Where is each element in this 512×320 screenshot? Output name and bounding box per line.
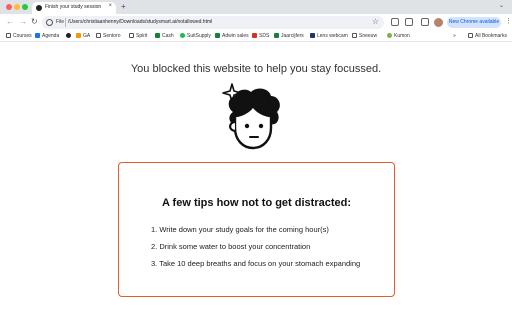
tab-title: Finish your study session <box>45 4 102 10</box>
github-icon <box>66 33 71 38</box>
tip-item: 1. Write down your study goals for the c… <box>151 225 329 234</box>
doc-icon <box>252 33 257 38</box>
update-chrome-button[interactable]: New Chrome available <box>447 17 501 28</box>
bookmark-spirit[interactable]: Spirit <box>129 33 147 41</box>
analytics-icon <box>76 33 81 38</box>
tip-item: 2. Drink some water to boost your concen… <box>151 242 311 251</box>
bookmarks-overflow-button[interactable]: » <box>453 33 456 41</box>
active-tab[interactable]: Finish your study session × <box>32 2 116 14</box>
folder-icon <box>352 33 357 38</box>
tips-title: A few tips how not to get distracted: <box>161 197 352 209</box>
bookmark-sneeuw[interactable]: Sneeuw <box>352 33 377 41</box>
close-window-button[interactable] <box>6 4 12 10</box>
sheet-icon <box>155 33 160 38</box>
calendar-icon <box>35 33 40 38</box>
page-headline: You blocked this website to help you sta… <box>130 63 382 75</box>
puzzle-icon[interactable] <box>405 18 413 26</box>
new-tab-button[interactable]: + <box>121 2 126 11</box>
scheme-label: File <box>56 19 65 25</box>
bookmark-ga[interactable]: GA <box>76 33 90 41</box>
sheet-icon <box>274 33 279 38</box>
more-menu-icon[interactable]: ⋮ <box>505 17 512 25</box>
reload-button[interactable]: ↻ <box>31 17 38 26</box>
download-icon[interactable] <box>421 18 429 26</box>
tab-favicon-icon <box>36 5 42 11</box>
folder-icon <box>6 33 11 38</box>
bookmark-sds[interactable]: SDS <box>252 33 269 41</box>
bookmark-adwin-sales[interactable]: Adwin sales <box>215 33 249 41</box>
kumon-icon <box>387 33 392 38</box>
face-icon <box>228 88 280 150</box>
mascot-illustration <box>222 83 280 150</box>
spotify-icon <box>180 33 185 38</box>
bookmark-courses[interactable]: Courses <box>6 33 32 41</box>
back-button[interactable]: ← <box>6 17 14 26</box>
maximize-window-button[interactable] <box>22 4 28 10</box>
bookmark-suitsupply[interactable]: SuitSupply <box>180 33 211 41</box>
bookmark-lens-webcam[interactable]: Lens webcam <box>310 33 348 41</box>
address-divider <box>65 18 66 27</box>
profile-avatar[interactable] <box>434 18 443 27</box>
tab-close-icon[interactable]: × <box>108 3 112 9</box>
extension-icon[interactable] <box>391 18 399 26</box>
site-info-icon[interactable] <box>46 19 53 26</box>
sheet-icon <box>215 33 220 38</box>
bookmark-star-icon[interactable]: ☆ <box>372 17 379 26</box>
folder-icon <box>468 33 473 38</box>
folder-icon <box>129 33 134 38</box>
url-text[interactable]: /Users/christiaanhenny/Downloads/studysm… <box>68 19 212 25</box>
bookmark-agenda[interactable]: Agenda <box>35 33 59 41</box>
forward-button[interactable]: → <box>19 17 27 26</box>
all-bookmarks-button[interactable]: All Bookmarks <box>468 33 507 41</box>
tips-card: A few tips how not to get distracted: 1.… <box>118 162 395 297</box>
browser-toolbar: ← → ↻ File /Users/christiaanhenny/Downlo… <box>0 14 512 31</box>
bookmark-cash[interactable]: Cash <box>155 33 174 41</box>
tip-item: 3. Take 10 deep breaths and focus on you… <box>151 259 361 268</box>
lens-icon <box>310 33 315 38</box>
bookmarks-bar: Courses Agenda GA Sentoro Spirit Cash Su… <box>0 31 512 42</box>
bookmark-github[interactable] <box>66 33 73 41</box>
address-bar[interactable]: File /Users/christiaanhenny/Downloads/st… <box>42 16 384 29</box>
folder-icon <box>96 33 101 38</box>
bookmark-jaarcijfers[interactable]: Jaarcijfers <box>274 33 304 41</box>
bookmark-kumon[interactable]: Kumon <box>387 33 410 41</box>
tab-strip: Finish your study session × + ⌄ <box>0 0 512 14</box>
tab-search-button[interactable]: ⌄ <box>499 2 504 9</box>
bookmark-sentoro[interactable]: Sentoro <box>96 33 121 41</box>
minimize-window-button[interactable] <box>14 4 20 10</box>
